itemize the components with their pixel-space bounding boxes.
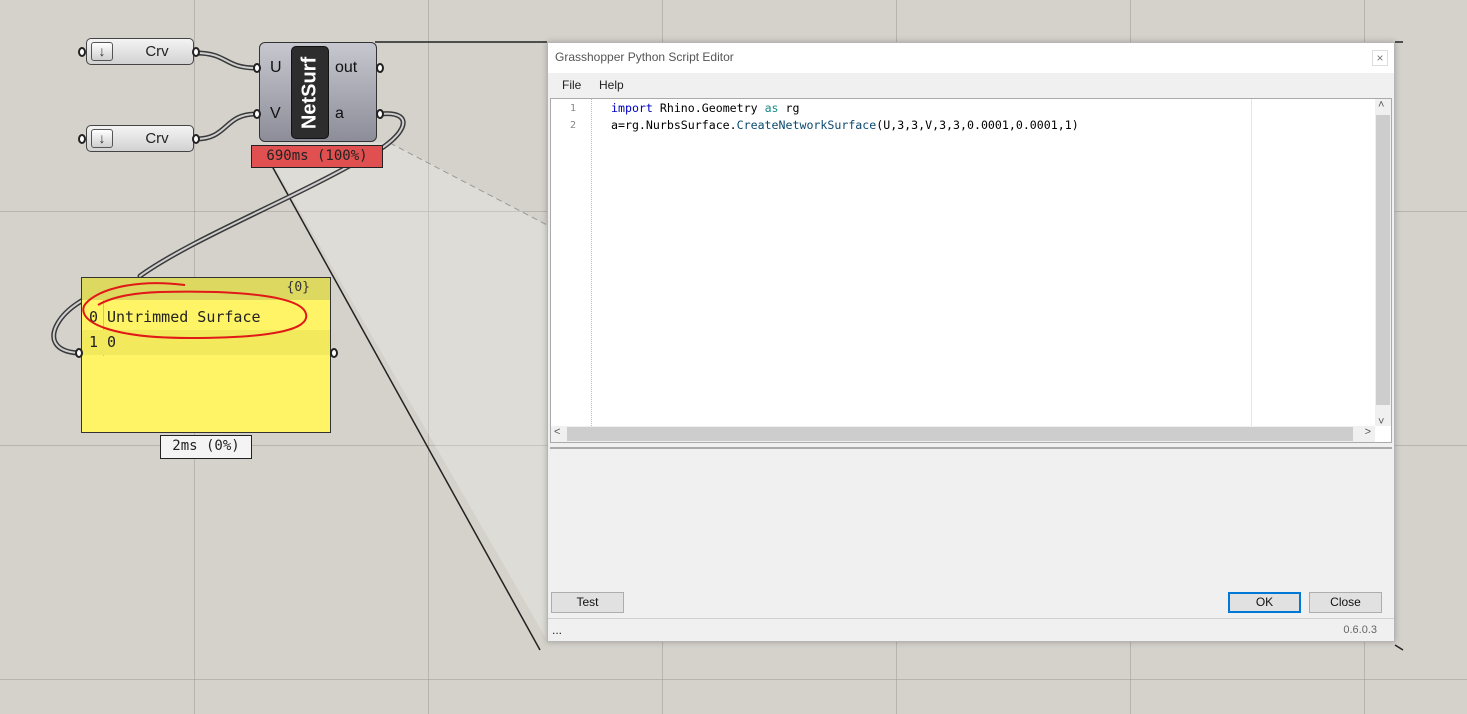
scroll-up-icon[interactable]: ˄ (1378, 99, 1384, 111)
python-script-editor-window[interactable]: Grasshopper Python Script Editor × File … (547, 42, 1395, 642)
status-text: ... (552, 623, 563, 637)
version-label: 0.6.0.3 (1343, 624, 1377, 636)
scroll-left-icon[interactable]: < (554, 426, 560, 438)
vertical-scroll-thumb[interactable] (1376, 115, 1390, 405)
code-function: CreateNetworkSurface (736, 118, 877, 132)
scroll-right-icon[interactable]: > (1365, 426, 1371, 438)
code-keyword: as (764, 101, 779, 115)
red-annotation-circle (82, 282, 308, 340)
scroll-down-icon[interactable]: ˅ (1378, 416, 1384, 428)
code-editor[interactable]: 1 2 import Rhino.Geometry as rg a=rg.Nur… (550, 98, 1392, 443)
code-text: a=rg.NurbsSurface. (611, 118, 737, 132)
close-icon[interactable]: × (1372, 50, 1388, 66)
code-text: Rhino.Geometry (652, 101, 765, 115)
title-bar[interactable]: Grasshopper Python Script Editor × (548, 43, 1394, 73)
gutter-separator (591, 99, 592, 428)
ok-button[interactable]: OK (1228, 592, 1301, 613)
close-button[interactable]: Close (1309, 592, 1382, 613)
code-line-2[interactable]: a=rg.NurbsSurface.CreateNetworkSurface(U… (611, 118, 1079, 132)
line-number: 2 (570, 120, 577, 131)
window-title: Grasshopper Python Script Editor (555, 50, 734, 64)
status-bar: ... 0.6.0.3 (548, 618, 1394, 641)
horizontal-scroll-thumb[interactable] (567, 427, 1353, 441)
code-text: (U,3,3,V,3,3,0.0001,0.0001,1) (876, 118, 1079, 132)
code-line-1[interactable]: import Rhino.Geometry as rg (611, 101, 800, 115)
code-text: rg (778, 101, 800, 115)
menu-file[interactable]: File (562, 78, 581, 92)
edge-margin-line (1251, 99, 1252, 428)
output-pane (550, 447, 1392, 583)
line-number: 1 (570, 103, 577, 114)
vertical-scrollbar[interactable]: ˄ ˅ (1375, 99, 1391, 428)
horizontal-scrollbar[interactable]: < > (551, 426, 1375, 442)
menu-bar: File Help (548, 73, 1394, 97)
code-keyword: import (611, 101, 653, 115)
test-button[interactable]: Test (551, 592, 624, 613)
menu-help[interactable]: Help (599, 78, 624, 92)
